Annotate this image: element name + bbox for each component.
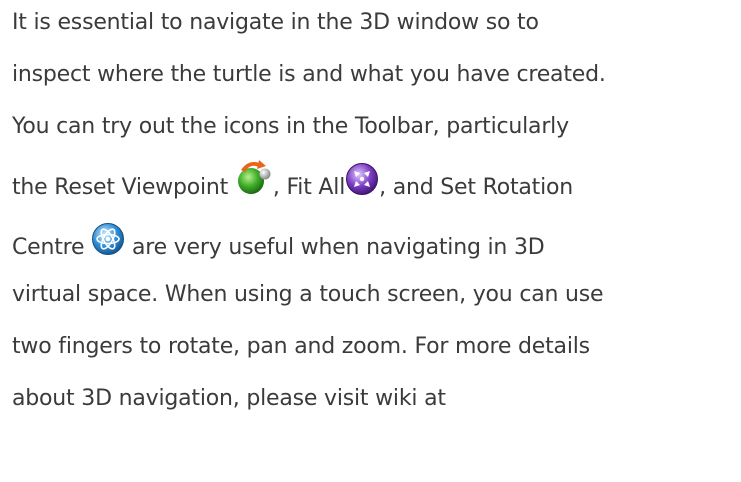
reset-viewpoint-icon bbox=[235, 156, 273, 196]
paragraph-line-1: It is essential to navigate in the 3D wi… bbox=[12, 10, 539, 35]
text-line: about 3D navigation, please visit wiki a… bbox=[12, 376, 737, 428]
paragraph-line-6: virtual space. When using a touch screen… bbox=[12, 282, 604, 307]
text-line: You can try out the icons in the Toolbar… bbox=[12, 104, 737, 156]
paragraph-line-4-end: , and Set Rotation bbox=[379, 175, 574, 200]
set-rotation-centre-icon bbox=[91, 222, 125, 256]
text-line: virtual space. When using a touch screen… bbox=[12, 272, 737, 324]
paragraph-line-2: inspect where the turtle is and what you… bbox=[12, 62, 606, 87]
document-body: It is essential to navigate in the 3D wi… bbox=[12, 0, 737, 428]
text-line: It is essential to navigate in the 3D wi… bbox=[12, 0, 737, 52]
paragraph-line-4-mid: , Fit All bbox=[272, 175, 346, 200]
paragraph-line-5-end: are very useful when navigating in 3D bbox=[125, 235, 545, 260]
paragraph-line-5-start: Centre bbox=[12, 235, 92, 260]
text-line: inspect where the turtle is and what you… bbox=[12, 52, 737, 104]
fit-all-icon bbox=[345, 162, 379, 196]
paragraph-line-3: You can try out the icons in the Toolbar… bbox=[12, 114, 569, 139]
paragraph-line-7: two fingers to rotate, pan and zoom. For… bbox=[12, 334, 590, 359]
paragraph-line-8: about 3D navigation, please visit wiki a… bbox=[12, 386, 446, 411]
text-line: two fingers to rotate, pan and zoom. For… bbox=[12, 324, 737, 376]
text-line: the Reset Viewpoint , Fit All , and Set … bbox=[12, 156, 737, 216]
paragraph-line-4-start: the Reset Viewpoint bbox=[12, 175, 235, 200]
text-line: Centre are very useful when navigating i… bbox=[12, 216, 737, 272]
